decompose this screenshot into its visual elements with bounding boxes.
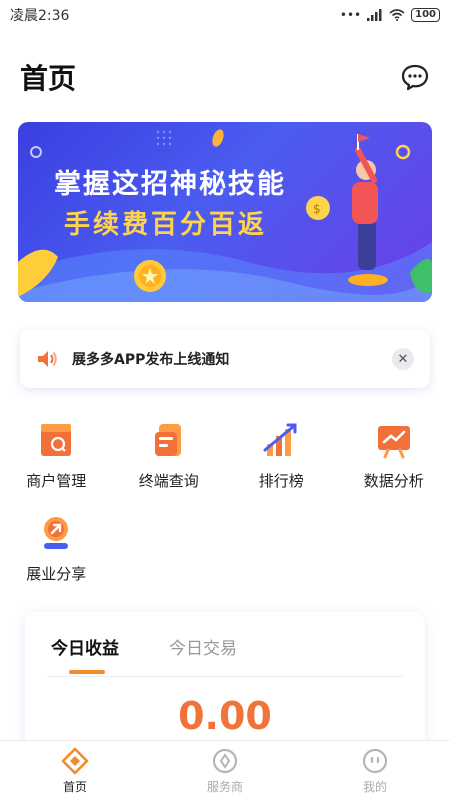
feature-grid: 商户管理 终端查询 排行榜 数据分析 展业分享 (0, 420, 450, 584)
home-icon (61, 747, 89, 774)
close-icon[interactable]: ✕ (392, 348, 414, 370)
bottom-nav: 首页 服务商 我的 (0, 740, 450, 800)
nav-label: 我的 (362, 779, 387, 794)
grid-label: 数据分析 (363, 472, 424, 490)
grid-item-merchant[interactable]: 商户管理 (0, 420, 113, 491)
status-icons: ••• 100 (340, 8, 440, 22)
notice-bar[interactable]: 展多多APP发布上线通知 ✕ (20, 330, 430, 388)
active-tab-indicator (69, 670, 105, 674)
grid-label: 终端查询 (138, 472, 199, 490)
nav-item-profile[interactable]: 我的 (300, 741, 450, 800)
wifi-icon (389, 9, 405, 21)
status-bar: 凌晨2:36 ••• 100 (0, 0, 450, 30)
banner-headline: 掌握这招神秘技能 (54, 169, 286, 200)
nav-label: 首页 (62, 779, 87, 794)
terminal-icon (154, 424, 181, 456)
dots-icon: ••• (339, 8, 362, 22)
divider (47, 676, 403, 677)
tab-today-income[interactable]: 今日收益 (51, 634, 119, 659)
promo-banner[interactable]: $ 掌握这招神秘技能 手续费百分百返 (18, 122, 432, 302)
tab-today-trade[interactable]: 今日交易 (169, 634, 237, 659)
svg-text:$: $ (313, 202, 321, 216)
signal-icon (367, 9, 382, 21)
ranking-chart-icon (263, 423, 297, 456)
nav-item-provider[interactable]: 服务商 (150, 741, 300, 800)
page-title: 首页 (20, 62, 77, 95)
shop-icon (41, 424, 72, 456)
nav-label: 服务商 (206, 779, 243, 794)
share-icon (44, 517, 69, 549)
banner-subheadline: 手续费百分百返 (64, 210, 268, 240)
chat-bubble-icon[interactable] (400, 62, 430, 92)
nav-item-home[interactable]: 首页 (0, 741, 150, 800)
notice-text[interactable]: 展多多APP发布上线通知 (72, 349, 392, 369)
compass-icon (212, 748, 238, 773)
grid-item-analytics[interactable]: 数据分析 (338, 420, 450, 491)
battery-indicator: 100 (411, 8, 440, 22)
page-header: 首页 (0, 52, 450, 102)
grid-label: 排行榜 (258, 472, 304, 490)
grid-item-terminal[interactable]: 终端查询 (113, 420, 226, 491)
analytics-board-icon (377, 426, 410, 459)
status-time: 凌晨2:36 (10, 8, 70, 24)
earnings-tabs: 今日收益 今日交易 (25, 612, 425, 659)
earnings-amount: 0.00 (178, 694, 272, 738)
grid-label: 商户管理 (26, 472, 87, 490)
grid-item-share[interactable]: 展业分享 (0, 513, 113, 584)
grid-label: 展业分享 (26, 565, 87, 583)
grid-item-ranking[interactable]: 排行榜 (225, 420, 338, 491)
speaker-icon (38, 351, 57, 367)
face-icon (362, 748, 388, 773)
